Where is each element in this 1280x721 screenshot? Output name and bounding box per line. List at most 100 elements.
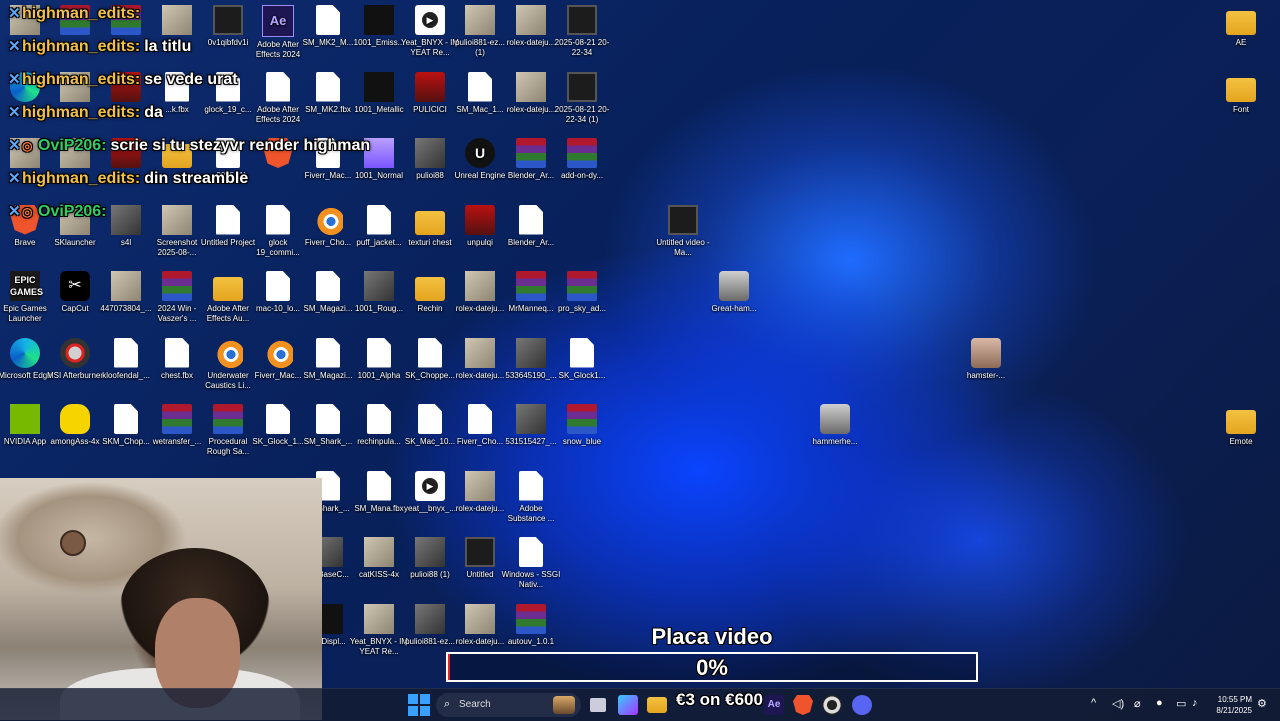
file-file-icon	[468, 404, 492, 434]
rar-file-icon	[567, 138, 597, 168]
desktop-icon-label: add-on-dy...	[560, 171, 604, 180]
desktop-icon-label: pro_sky_ad...	[557, 304, 607, 313]
edge-file-icon	[10, 337, 40, 368]
desktop-icon[interactable]: hammerhe...	[805, 404, 865, 447]
chat-username: highman_edits:	[22, 71, 141, 88]
desktop-icon-label: Blender_Ar...	[507, 237, 555, 247]
cap-file-icon: ✂	[60, 271, 90, 301]
file-file-icon	[519, 470, 543, 501]
chat-username: highman_edits:	[22, 104, 141, 121]
webcam-overlay	[0, 478, 322, 720]
desktop-icon-label: 2025-08-21 20-22-34 (1)	[554, 104, 610, 124]
fold-file-icon	[415, 277, 445, 301]
search-highlight-image	[553, 696, 575, 714]
ue-file-icon: U	[465, 138, 495, 168]
img-file-icon	[364, 603, 394, 634]
img-file-icon	[516, 5, 546, 35]
desktop-icon[interactable]: hamster-...	[956, 337, 1016, 381]
chat-text: din streamble	[144, 170, 249, 187]
taskbar: ⌕ Search €3 on €600 Ae ^ ◁) ⌀ ● ▭ ♪ 10:5…	[0, 688, 1280, 721]
epic-file-icon: EPIC GAMES	[10, 271, 43, 301]
file-file-icon	[266, 404, 290, 434]
desktop-icon[interactable]: pro_sky_ad...	[552, 271, 612, 314]
chat-username: highman_edits:	[22, 38, 141, 55]
desktop-icon[interactable]: Font	[1211, 72, 1271, 115]
vid-file-icon	[465, 537, 495, 567]
speaker-icon[interactable]: ◁)	[1112, 697, 1124, 710]
notification-icon[interactable]: ⚙	[1257, 697, 1267, 710]
discord-icon[interactable]	[852, 695, 872, 715]
brave-icon[interactable]	[793, 695, 813, 715]
taskbar-clock[interactable]: 10:55 PM 8/21/2025	[1210, 694, 1252, 716]
desktop-icon[interactable]: 2025-08-21 20-22-34 (1)	[552, 71, 612, 125]
rar-file-icon	[162, 404, 192, 434]
gray-file-icon	[364, 271, 394, 301]
after-effects-icon[interactable]: Ae	[764, 695, 784, 715]
mic-icon[interactable]: ●	[1156, 697, 1163, 709]
desktop-icon-label: Untitled video - Ma...	[656, 237, 710, 257]
desktop-icon[interactable]: add-on-dy...	[552, 138, 612, 181]
chevron-up-icon[interactable]: ^	[1091, 697, 1096, 709]
desktop-icon[interactable]: Emote	[1211, 404, 1271, 447]
desktop-icon[interactable]: 2025-08-21 20-22-34	[552, 5, 612, 58]
fold-file-icon	[213, 277, 243, 301]
desktop-icon[interactable]: Untitled video - Ma...	[653, 204, 713, 258]
fold-file-icon	[1226, 410, 1256, 434]
progress-percent: 0%	[696, 655, 728, 680]
file-file-icon	[165, 337, 189, 368]
vid-file-icon	[567, 5, 597, 35]
file-file-icon	[316, 404, 340, 434]
folder-icon[interactable]	[647, 697, 667, 713]
desktop-icon[interactable]: Adobe Substance ...	[501, 470, 561, 524]
obs-icon[interactable]	[822, 695, 842, 715]
img-file-icon	[465, 337, 495, 368]
file-file-icon	[519, 537, 543, 567]
rar-file-icon	[567, 404, 597, 434]
desktop-icon-label: Great-ham...	[711, 304, 757, 313]
blend-file-icon	[213, 337, 243, 368]
sub-badge-icon: ◎	[22, 139, 33, 153]
gray-file-icon	[516, 404, 546, 434]
chat-text: la titlu	[144, 38, 192, 55]
desktop-icon-label: Font	[1232, 104, 1249, 114]
display-icon[interactable]: ▭	[1176, 697, 1186, 710]
img-file-icon	[516, 71, 546, 102]
start-button[interactable]	[408, 694, 430, 716]
desktop-icon-label: hammerhe...	[812, 437, 858, 446]
moderator-badge-icon: ✕	[8, 170, 21, 187]
clock-date: 8/21/2025	[1216, 706, 1252, 715]
shark-file-icon	[719, 271, 749, 301]
volume-icon[interactable]: ♪	[1192, 697, 1198, 709]
copilot-icon[interactable]	[618, 695, 638, 715]
among-file-icon	[60, 404, 90, 434]
chat-text: scrie si tu stezyvr render highman	[110, 137, 371, 154]
desktop-icon[interactable]: Blender_Ar...	[501, 204, 561, 248]
chat-message: ✕highman_edits: la titlu	[8, 37, 191, 59]
chat-message: ✕highman_edits: da	[8, 103, 163, 125]
task-view-icon[interactable]	[590, 698, 606, 712]
chat-text: se vede urat	[144, 71, 238, 88]
file-file-icon	[367, 337, 391, 368]
taskbar-search[interactable]: ⌕ Search	[436, 693, 581, 717]
search-placeholder: Search	[459, 699, 491, 710]
shark-file-icon	[820, 404, 850, 434]
network-off-icon[interactable]: ⌀	[1134, 697, 1141, 710]
desktop-icon[interactable]: Great-ham...	[704, 271, 764, 314]
chat-text: da	[144, 104, 163, 121]
rar-file-icon	[516, 138, 546, 168]
file-file-icon	[367, 470, 391, 501]
msi-file-icon	[60, 337, 90, 368]
desktop-icon[interactable]: snow_blue	[552, 404, 612, 447]
fold-file-icon	[1226, 77, 1256, 102]
chat-username: highman_edits:	[22, 170, 141, 187]
fold-file-icon	[1226, 11, 1256, 35]
img-file-icon	[364, 537, 394, 567]
chat-username: OviP206:	[38, 203, 107, 220]
desktop-icon[interactable]: SK_Glock1...	[552, 337, 612, 381]
img-file-icon	[465, 5, 495, 35]
chat-message: ✕highman_edits: din streamble	[8, 169, 248, 191]
desktop-icon[interactable]: AE	[1211, 5, 1271, 48]
chat-username: OviP206:	[38, 137, 107, 154]
rar-file-icon	[213, 404, 243, 434]
desktop-icon[interactable]: Windows - SSGI Nativ...	[501, 537, 561, 590]
